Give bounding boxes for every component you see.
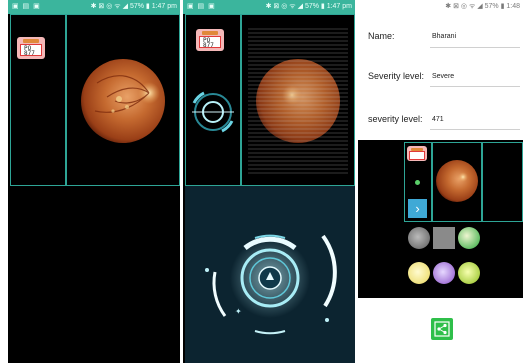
severity-underline	[430, 86, 520, 87]
status-bar: ▣ ▤ ▣ ✱ ⊠ ◎ ᯤ ◢ 57% ▮ 1:47 pm	[183, 0, 355, 14]
status-right-icons: ✱ ⊠ ◎ ᯤ ◢ 57% ▮ 1:47 pm	[265, 3, 352, 10]
screen-1: ▣ ▤ ▣ ✱ ⊠ ◎ ᯤ ◢ 57% ▮ 1:47 pm PO 877	[8, 0, 180, 363]
name-value[interactable]: Bharani	[432, 33, 456, 40]
thumb-row-2	[404, 258, 482, 292]
circular-scanner-icon[interactable]: ✦	[185, 186, 355, 363]
device-badge-text: PO 877	[24, 45, 35, 57]
name-label: Name:	[368, 31, 395, 41]
status-bar: ✱ ⊠ ◎ ᯤ ◢ 57% ▮ 1:48	[358, 0, 523, 14]
filter-thumb-square[interactable]	[433, 227, 455, 249]
device-badge-icon[interactable]: PO 877	[17, 37, 45, 59]
name-underline	[430, 47, 520, 48]
badge-cell: PO 877	[185, 14, 241, 186]
share-icon	[434, 321, 450, 337]
status-right-icons: ✱ ⊠ ◎ ᯤ ◢ 57% ▮ 1:47 pm	[90, 3, 177, 10]
badge-cell: PO 877	[10, 14, 66, 186]
filter-thumb-yellow[interactable]	[408, 262, 430, 284]
small-scanner-icon[interactable]	[188, 87, 238, 137]
status-bar: ▣ ▤ ▣ ✱ ⊠ ◎ ᯤ ◢ 57% ▮ 1:47 pm	[8, 0, 180, 14]
severity-label: Severity level:	[368, 71, 425, 81]
arrow-right-icon[interactable]: ›	[408, 199, 427, 218]
thumb-row-1	[404, 224, 482, 258]
status-left-icons: ▣ ▤ ▣	[187, 3, 216, 10]
grid-cell-icons: ›	[404, 142, 432, 222]
grid-cell-fundus	[432, 142, 482, 222]
status-dot	[415, 180, 420, 185]
severity-value[interactable]: Severe	[432, 73, 454, 80]
filter-thumb-green[interactable]	[458, 227, 480, 249]
screen-2: ▣ ▤ ▣ ✱ ⊠ ◎ ᯤ ◢ 57% ▮ 1:47 pm PO 877 ✦	[183, 0, 355, 363]
fundus-image-cell	[66, 14, 180, 186]
scanner-area: ✦	[185, 186, 355, 363]
screen-3: ✱ ⊠ ◎ ᯤ ◢ 57% ▮ 1:48 Name: Bharani Sever…	[358, 0, 523, 363]
device-badge-icon[interactable]: PO 877	[196, 29, 224, 51]
severity-level-value[interactable]: 471	[432, 116, 444, 123]
fundus-image	[81, 59, 165, 143]
device-badge-icon[interactable]	[407, 146, 427, 161]
results-grid: ›	[358, 140, 523, 298]
share-button[interactable]	[431, 318, 453, 340]
filter-thumb-gray[interactable]	[408, 227, 430, 249]
fundus-image-cell	[241, 14, 355, 186]
severity-level-label: severity level:	[368, 114, 423, 124]
severity-level-underline	[430, 129, 520, 130]
svg-text:✦: ✦	[235, 307, 242, 316]
scanned-fundus-image	[248, 25, 348, 175]
status-left-icons: ▣ ▤ ▣	[12, 3, 41, 10]
fundus-thumbnail	[436, 160, 478, 202]
filter-thumb-lime[interactable]	[458, 262, 480, 284]
filter-thumb-purple[interactable]	[433, 262, 455, 284]
device-badge-text: PO 877	[203, 37, 214, 49]
status-right-icons: ✱ ⊠ ◎ ᯤ ◢ 57% ▮ 1:48	[445, 3, 520, 10]
